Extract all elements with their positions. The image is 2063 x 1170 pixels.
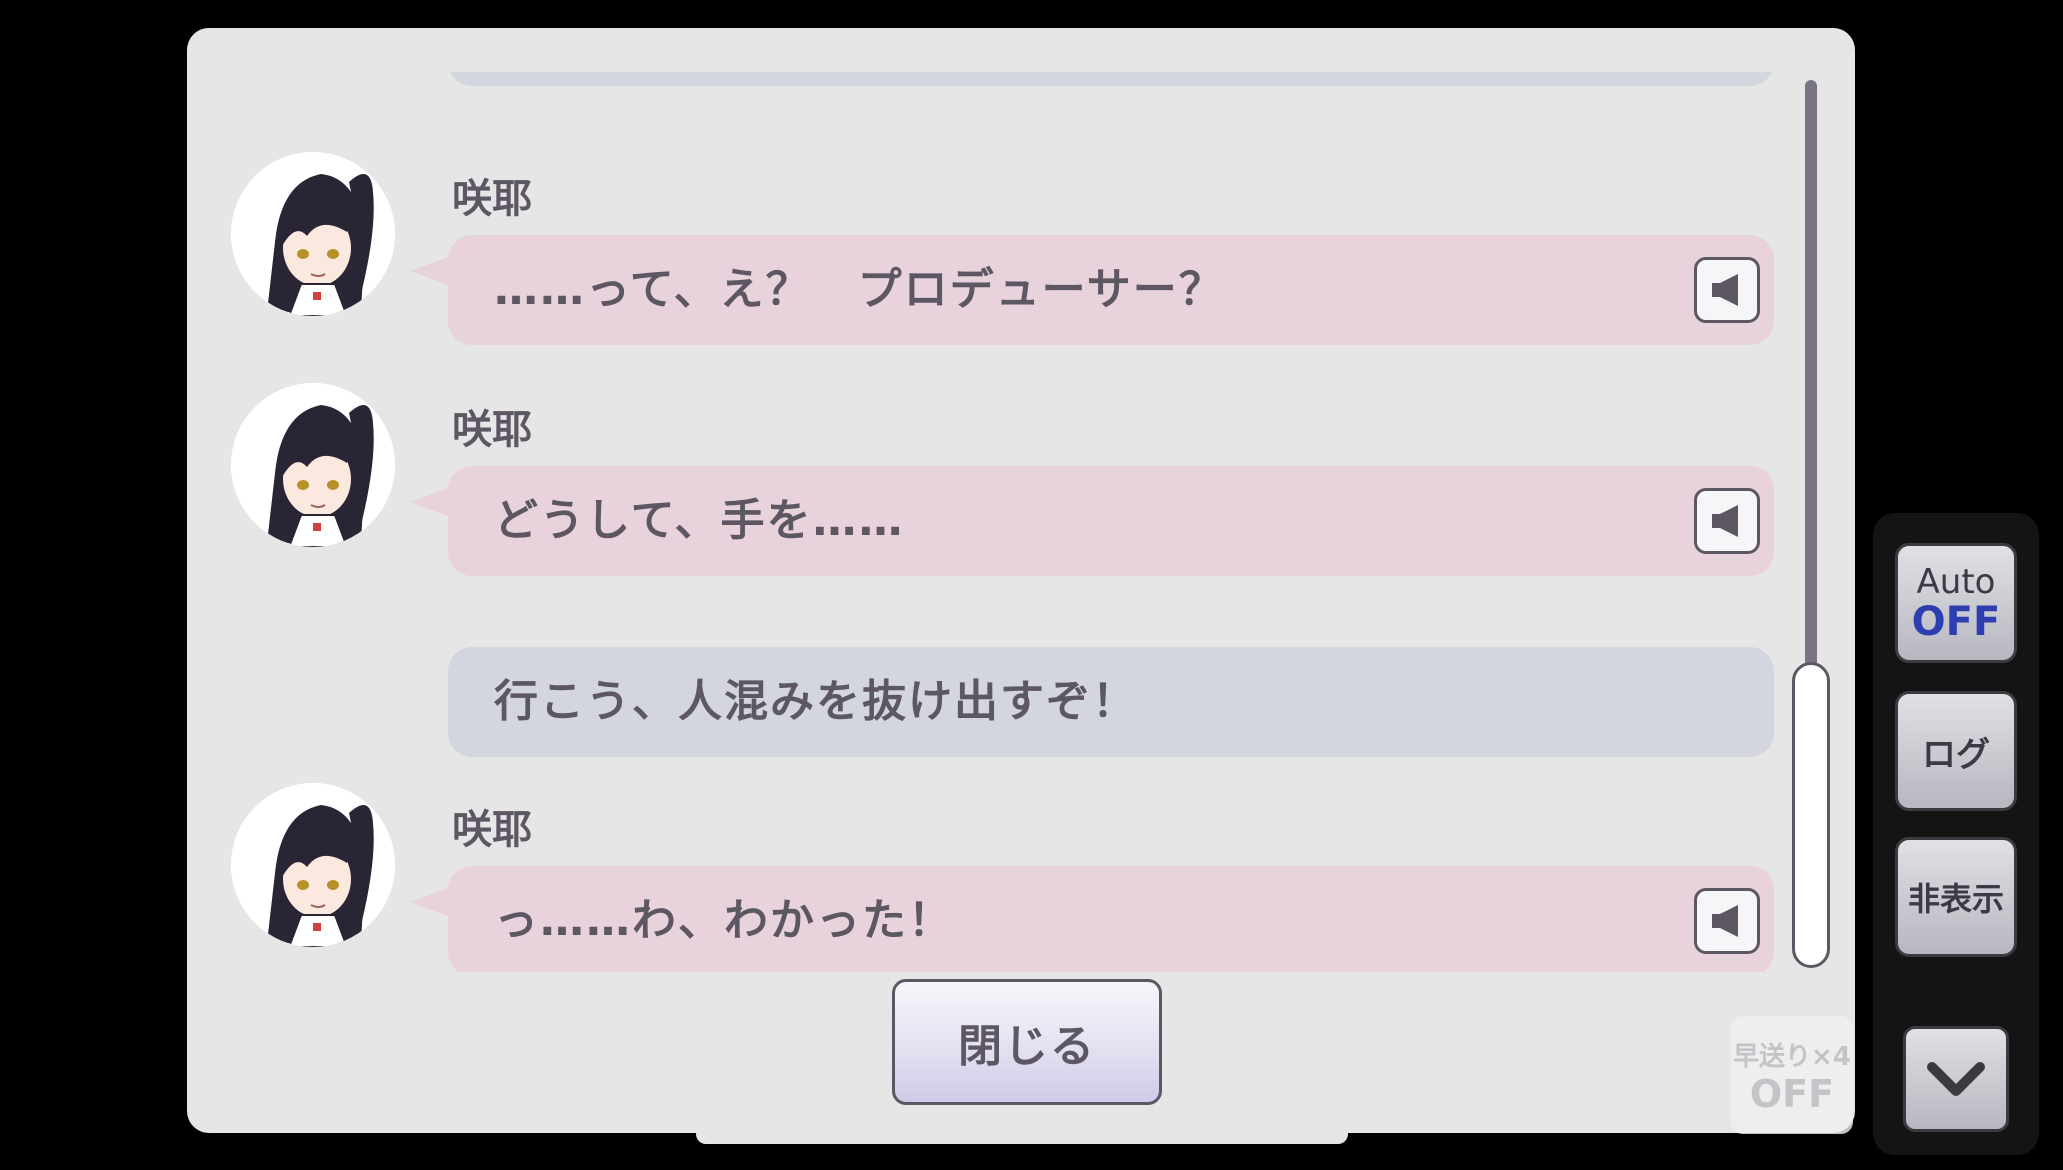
previous-message-bubble	[448, 72, 1774, 86]
speaker-name: 咲耶	[452, 176, 532, 222]
auto-state: OFF	[1911, 599, 2001, 645]
message-text: 行こう、人混みを抜け出すぞ！	[494, 676, 1138, 727]
speaker-name: 咲耶	[452, 407, 532, 453]
side-menu: Auto OFF ログ 非表示	[1873, 513, 2039, 1155]
message-text: どうして、手を……	[494, 495, 905, 546]
speaker-avatar	[231, 152, 395, 316]
voice-play-button[interactable]	[1694, 257, 1760, 323]
message-text: ……って、え？ プロデューサー？	[494, 264, 1225, 315]
fast-forward-button[interactable]: 早送り×4 OFF	[1731, 1016, 1853, 1134]
speaker-icon	[1712, 905, 1738, 937]
voice-play-button[interactable]	[1694, 488, 1760, 554]
close-button[interactable]: 閉じる	[892, 979, 1162, 1105]
scrollbar-thumb[interactable]	[1792, 662, 1830, 968]
speaker-icon	[1712, 274, 1738, 306]
message-list[interactable]: 咲耶 ……って、え？ プロデューサー？ 咲耶 どうして、手を…… 行こう、人混み…	[187, 72, 1855, 972]
message-text: っ……わ、わかった！	[494, 895, 954, 946]
backlog-panel: 咲耶 ……って、え？ プロデューサー？ 咲耶 どうして、手を…… 行こう、人混み…	[187, 28, 1855, 1133]
message-bubble: っ……わ、わかった！	[410, 866, 1774, 972]
auto-button[interactable]: Auto OFF	[1895, 543, 2017, 663]
log-button[interactable]: ログ	[1895, 691, 2017, 811]
message-bubble: ……って、え？ プロデューサー？	[410, 235, 1774, 345]
message-bubble: どうして、手を……	[410, 466, 1774, 576]
speaker-icon	[1712, 505, 1738, 537]
speaker-avatar	[231, 383, 395, 547]
chevron-down-icon	[1927, 1062, 1985, 1096]
fast-forward-state: OFF	[1749, 1072, 1835, 1116]
menu-collapse-button[interactable]	[1903, 1026, 2009, 1132]
speaker-avatar	[231, 783, 395, 947]
voice-play-button[interactable]	[1694, 888, 1760, 954]
auto-label: Auto	[1916, 562, 1996, 602]
fast-forward-label: 早送り×4	[1733, 1042, 1851, 1072]
speaker-name: 咲耶	[452, 807, 532, 853]
narration-bubble: 行こう、人混みを抜け出すぞ！	[448, 647, 1774, 757]
panel-bottom-tab	[696, 1128, 1348, 1144]
hide-button[interactable]: 非表示	[1895, 837, 2017, 957]
